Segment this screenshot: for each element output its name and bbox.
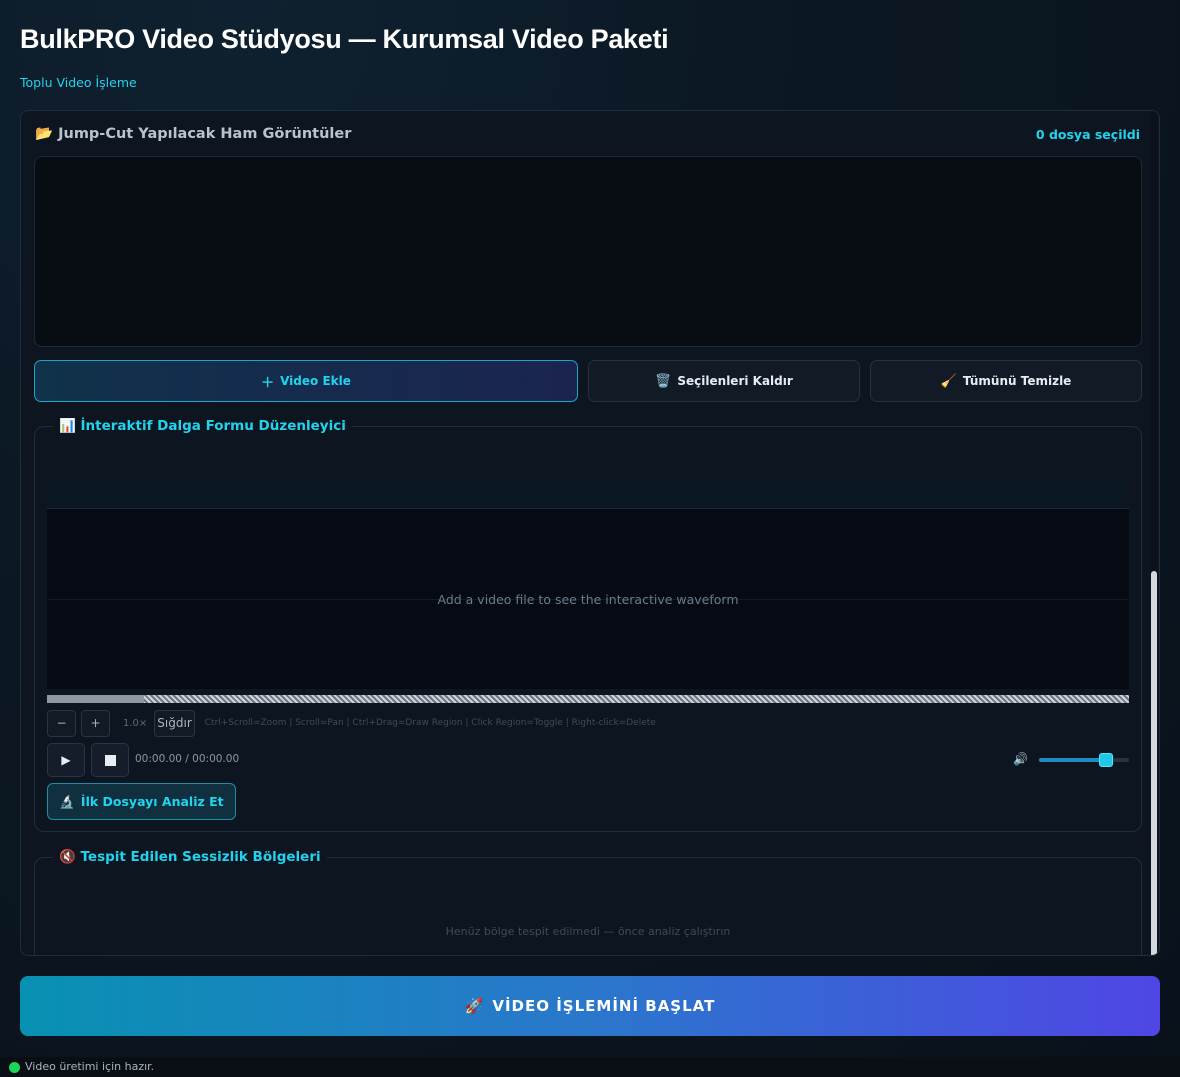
main-scrollbar[interactable] <box>1151 111 1157 955</box>
play-button[interactable]: ▶ <box>47 743 85 777</box>
add-video-button[interactable]: ＋ Video Ekle <box>34 360 578 402</box>
remove-selected-label: Seçilenleri Kaldır <box>677 374 793 388</box>
waveform-time-ruler[interactable] <box>47 481 1129 509</box>
status-text: Video üretimi için hazır. <box>25 1060 155 1073</box>
main-scrollbar-thumb[interactable] <box>1151 571 1157 955</box>
waveform-placeholder: Add a video file to see the interactive … <box>437 592 739 607</box>
clear-all-button[interactable]: 🧹 Tümünü Temizle <box>870 360 1142 402</box>
waveform-scrollbar[interactable] <box>47 695 1129 703</box>
rocket-icon: 🚀 <box>464 997 485 1015</box>
volume-fill <box>1039 758 1106 762</box>
app-title: BulkPRO Video Stüdyosu — Kurumsal Video … <box>20 24 669 54</box>
start-processing-button[interactable]: 🚀 VİDEO İŞLEMİNİ BAŞLAT <box>20 976 1160 1036</box>
file-list[interactable] <box>34 156 1142 347</box>
trash-icon: 🗑️ <box>655 373 672 389</box>
zoom-in-button[interactable]: + <box>81 709 110 737</box>
app-subtitle: Toplu Video İşleme <box>20 75 137 90</box>
zoom-level: 1.0× <box>123 717 148 729</box>
silence-regions-section: 🔇 Tespit Edilen Sessizlik Bölgeleri Henü… <box>34 849 1142 955</box>
volume-icon: 🔊 <box>1013 752 1028 766</box>
waveform-canvas[interactable]: Add a video file to see the interactive … <box>47 509 1129 689</box>
fit-button[interactable]: Sığdır <box>154 709 195 737</box>
silence-section-title: 🔇 Tespit Edilen Sessizlik Bölgeleri <box>53 849 327 865</box>
analyze-label: İlk Dosyayı Analiz Et <box>80 794 224 809</box>
add-video-label: Video Ekle <box>280 374 351 388</box>
clear-all-label: Tümünü Temizle <box>962 374 1072 388</box>
analyze-first-file-button[interactable]: 🔬 İlk Dosyayı Analiz Et <box>47 783 236 820</box>
plus-icon: ＋ <box>261 375 275 391</box>
status-indicator-icon <box>9 1062 20 1073</box>
files-header: 📂 Jump-Cut Yapılacak Ham Görüntüler <box>35 126 352 142</box>
time-readout: 00:00.00 / 00:00.00 <box>135 753 240 765</box>
transport-controls: ▶ 00:00.00 / 00:00.00 🔊 <box>47 743 1129 777</box>
main-panel: 📂 Jump-Cut Yapılacak Ham Görüntüler 0 do… <box>20 110 1160 956</box>
zoom-out-button[interactable]: − <box>47 709 76 737</box>
stop-icon <box>104 754 116 766</box>
waveform-section: 📊 İnteraktif Dalga Formu Düzenleyici Add… <box>34 418 1142 832</box>
waveform-hints: Ctrl+Scroll=Zoom | Scroll=Pan | Ctrl+Dra… <box>204 718 656 728</box>
start-processing-label: VİDEO İŞLEMİNİ BAŞLAT <box>492 997 716 1015</box>
broom-icon: 🧹 <box>940 373 957 389</box>
volume-slider[interactable] <box>1039 753 1129 767</box>
waveform-toolbar: − + 1.0× Sığdır Ctrl+Scroll=Zoom | Scrol… <box>47 709 656 737</box>
waveform-section-title: 📊 İnteraktif Dalga Formu Düzenleyici <box>53 418 352 434</box>
remove-selected-button[interactable]: 🗑️ Seçilenleri Kaldır <box>588 360 860 402</box>
microscope-icon: 🔬 <box>59 793 75 809</box>
status-bar: Video üretimi için hazır. <box>0 1057 1180 1077</box>
waveform-scrollbar-thumb[interactable] <box>47 695 144 703</box>
volume-thumb[interactable] <box>1098 753 1113 767</box>
silence-empty-text: Henüz bölge tespit edilmedi — önce anali… <box>445 925 731 938</box>
stop-button[interactable] <box>91 743 129 777</box>
files-count: 0 dosya seçildi <box>1035 127 1140 142</box>
